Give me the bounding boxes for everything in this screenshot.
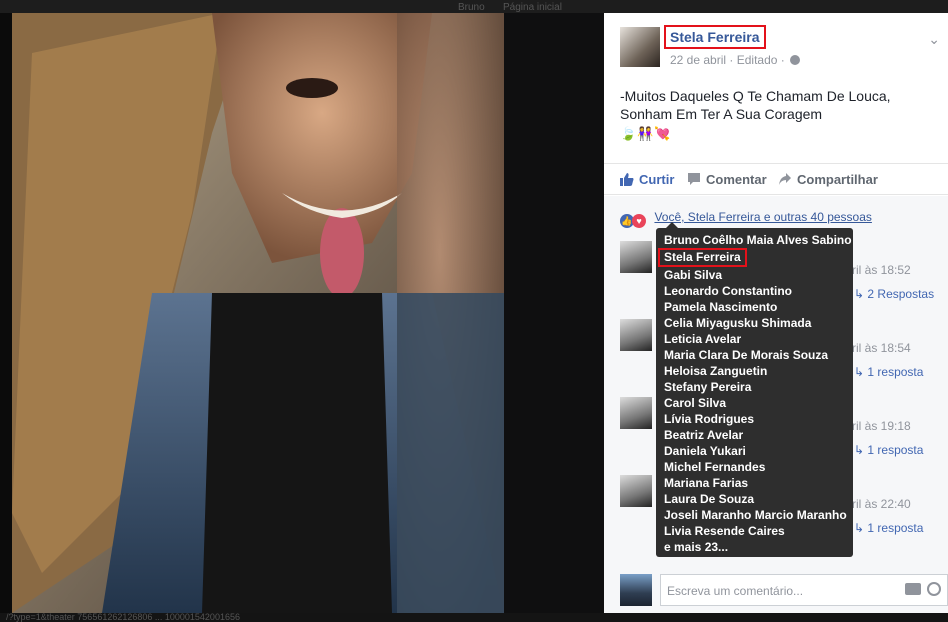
meta-separator: · bbox=[729, 53, 737, 67]
liker-name: Daniela Yukari bbox=[664, 444, 746, 458]
liker-name: Michel Fernandes bbox=[664, 460, 766, 474]
post-meta: 22 de abril · Editado · bbox=[670, 53, 801, 67]
liker-name: Bruno Coêlho Maia Alves Sabino bbox=[664, 233, 852, 247]
share-arrow-icon bbox=[779, 173, 791, 185]
liker-name: Gabi Silva bbox=[664, 268, 723, 282]
post-photo[interactable] bbox=[12, 13, 504, 613]
photo-image bbox=[12, 13, 504, 613]
meta-separator: · bbox=[780, 53, 789, 67]
theater-gutter bbox=[504, 13, 604, 613]
liker-name: Stefany Pereira bbox=[664, 380, 752, 394]
replies-link[interactable]: ↳ 1 resposta bbox=[854, 443, 923, 457]
more-likers: e mais 23... bbox=[664, 540, 729, 554]
post-date[interactable]: 22 de abril bbox=[670, 53, 726, 67]
love-reaction-icon: ♥ bbox=[632, 214, 646, 228]
liker-name: Lívia Rodrigues bbox=[664, 412, 755, 426]
liker-name-highlighted: Stela Ferreira bbox=[658, 248, 747, 267]
replies-count: 1 resposta bbox=[867, 521, 924, 535]
post-text-block: -Muitos Daqueles Q Te Chamam De Louca, S… bbox=[620, 87, 940, 143]
edited-label[interactable]: Editado bbox=[737, 53, 778, 67]
author-name-link[interactable]: Stela Ferreira bbox=[664, 25, 766, 49]
post-body: -Muitos Daqueles Q Te Chamam De Louca, S… bbox=[620, 88, 891, 122]
liker-name: Leonardo Constantino bbox=[664, 284, 792, 298]
liker-name: Livia Resende Caires bbox=[664, 524, 785, 538]
share-label: Compartilhar bbox=[797, 172, 878, 187]
post-header: Stela Ferreira 22 de abril · Editado · ⌄ bbox=[620, 25, 940, 71]
commenter-avatar[interactable] bbox=[620, 397, 652, 429]
liker-name: Maria Clara De Morais Souza bbox=[664, 348, 829, 362]
liker-name: Heloisa Zanguetin bbox=[664, 364, 768, 378]
replies-count: 1 resposta bbox=[867, 443, 924, 457]
top-nav-bar: Bruno Página inicial bbox=[0, 0, 948, 13]
emoji-icon[interactable] bbox=[927, 582, 941, 596]
action-bar: Curtir Comentar Compartilhar bbox=[604, 163, 948, 195]
author-avatar[interactable] bbox=[620, 27, 660, 67]
write-comment-row: Escreva um comentário... bbox=[620, 574, 948, 606]
replies-link[interactable]: ↳ 1 resposta bbox=[854, 521, 923, 535]
comment-time[interactable]: ril às 22:40 bbox=[852, 497, 911, 511]
chevron-down-icon[interactable]: ⌄ bbox=[928, 31, 940, 48]
reactions-link[interactable]: Você, Stela Ferreira e outras 40 pessoas bbox=[654, 210, 871, 224]
commenter-avatar[interactable] bbox=[620, 319, 652, 351]
status-url: /?type=1&theater 756561262126806 ... 100… bbox=[6, 612, 240, 622]
liker-name: Beatriz Avelar bbox=[664, 428, 744, 442]
commenter-avatar[interactable] bbox=[620, 241, 652, 273]
share-button[interactable]: Compartilhar bbox=[778, 172, 878, 187]
comment-input-placeholder: Escreva um comentário... bbox=[667, 584, 804, 598]
thumbs-up-icon bbox=[620, 173, 634, 186]
liker-name: Pamela Nascimento bbox=[664, 300, 778, 314]
status-bar: /?type=1&theater 756561262126806 ... 100… bbox=[0, 612, 948, 622]
reactions-summary: 👍 ♥ Você, Stela Ferreira e outras 40 pess… bbox=[620, 208, 872, 228]
likers-tooltip: Bruno Coêlho Maia Alves Sabino Stela Fer… bbox=[656, 222, 853, 557]
post-emojis: 🍃👭💘 bbox=[620, 126, 672, 141]
liker-name: Leticia Avelar bbox=[664, 332, 742, 346]
nav-profile-link[interactable]: Bruno bbox=[458, 2, 485, 13]
replies-link[interactable]: ↳ 2 Respostas bbox=[854, 287, 934, 301]
viewer-avatar bbox=[620, 574, 652, 606]
liker-name: Laura De Souza bbox=[664, 492, 755, 506]
liker-name: Joseli Maranho Marcio Maranho bbox=[664, 508, 847, 522]
comment-input[interactable]: Escreva um comentário... bbox=[660, 574, 948, 606]
camera-icon[interactable] bbox=[905, 583, 921, 595]
liker-name: Carol Silva bbox=[664, 396, 727, 410]
comment-icon bbox=[688, 173, 700, 185]
comment-label: Comentar bbox=[706, 172, 767, 187]
liker-name: Celia Miyagusku Shimada bbox=[664, 316, 812, 330]
globe-icon[interactable] bbox=[790, 55, 801, 65]
comment-time[interactable]: ril às 19:18 bbox=[852, 419, 911, 433]
like-label: Curtir bbox=[639, 172, 675, 187]
commenter-avatar[interactable] bbox=[620, 475, 652, 507]
comment-button[interactable]: Comentar bbox=[687, 172, 767, 187]
replies-count: 2 Respostas bbox=[867, 287, 935, 301]
comment-time[interactable]: ril às 18:52 bbox=[852, 263, 911, 277]
liker-name: Mariana Farias bbox=[664, 476, 749, 490]
like-button[interactable]: Curtir bbox=[620, 172, 674, 187]
nav-home-link[interactable]: Página inicial bbox=[503, 2, 562, 13]
comment-time[interactable]: ril às 18:54 bbox=[852, 341, 911, 355]
photo-theater: Bruno Página inicial /?type=1&theater 75… bbox=[0, 0, 948, 622]
replies-count: 1 resposta bbox=[867, 365, 924, 379]
replies-link[interactable]: ↳ 1 resposta bbox=[854, 365, 923, 379]
